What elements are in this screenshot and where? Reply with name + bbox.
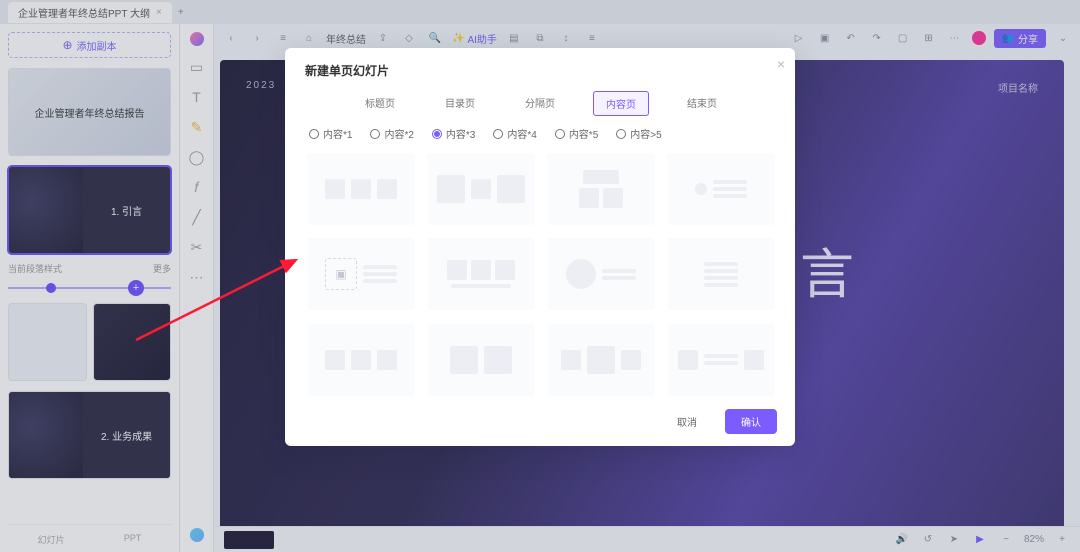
tab-divider-page[interactable]: 分隔页 <box>513 91 567 116</box>
modal-overlay: × 新建单页幻灯片 标题页 目录页 分隔页 内容页 结束页 内容*1 内容*2 … <box>0 0 1080 552</box>
cancel-button[interactable]: 取消 <box>661 409 713 434</box>
template-option[interactable] <box>307 324 415 396</box>
content-count-radios: 内容*1 内容*2 内容*3 内容*4 内容*5 内容>5 <box>305 126 777 141</box>
template-option[interactable] <box>667 238 775 310</box>
template-option[interactable] <box>667 324 775 396</box>
template-option[interactable]: ▣ <box>307 238 415 310</box>
app-shell: ⊕ 添加副本 企业管理者年终总结报告 1. 引言 当前段落样式 更多 + <box>0 24 1080 552</box>
radio-content-2[interactable]: 内容*2 <box>370 126 413 141</box>
template-option[interactable] <box>307 153 415 225</box>
template-option[interactable] <box>547 153 655 225</box>
tab-toc-page[interactable]: 目录页 <box>433 91 487 116</box>
modal-footer: 取消 确认 <box>305 409 777 434</box>
radio-content-5[interactable]: 内容*5 <box>555 126 598 141</box>
radio-content-3[interactable]: 内容*3 <box>432 126 475 141</box>
template-option[interactable] <box>427 324 535 396</box>
template-option[interactable] <box>547 238 655 310</box>
modal-title: 新建单页幻灯片 <box>305 62 777 79</box>
template-option[interactable] <box>547 324 655 396</box>
confirm-button[interactable]: 确认 <box>725 409 777 434</box>
tab-end-page[interactable]: 结束页 <box>675 91 729 116</box>
image-placeholder-icon: ▣ <box>325 258 357 290</box>
template-grid: ▣ <box>305 149 777 399</box>
close-icon[interactable]: × <box>777 56 785 72</box>
radio-content-more[interactable]: 内容>5 <box>616 126 661 141</box>
page-type-tabs: 标题页 目录页 分隔页 内容页 结束页 <box>305 91 777 116</box>
tab-content-page[interactable]: 内容页 <box>593 91 649 116</box>
template-option[interactable] <box>667 153 775 225</box>
radio-content-4[interactable]: 内容*4 <box>493 126 536 141</box>
tab-title-page[interactable]: 标题页 <box>353 91 407 116</box>
new-slide-modal: × 新建单页幻灯片 标题页 目录页 分隔页 内容页 结束页 内容*1 内容*2 … <box>285 48 795 446</box>
template-option[interactable] <box>427 153 535 225</box>
template-option[interactable] <box>427 238 535 310</box>
radio-content-1[interactable]: 内容*1 <box>309 126 352 141</box>
